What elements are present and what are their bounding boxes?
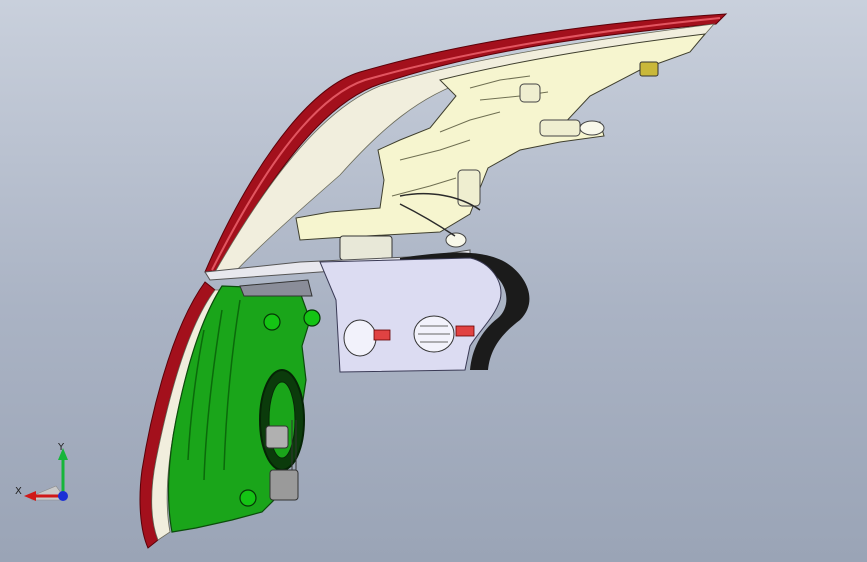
triad-y-label: Y	[58, 442, 65, 453]
socket-connector-upper	[265, 425, 289, 449]
triad-x-label: X	[15, 486, 22, 497]
connector-red-2	[455, 325, 475, 337]
cad-viewport[interactable]: Y X	[0, 0, 867, 562]
bracket-socket-1	[343, 319, 377, 357]
reflector-boss-1	[519, 83, 541, 103]
z-axis-dot	[58, 491, 68, 501]
connector-red-1	[373, 329, 391, 341]
top-mount-flange	[239, 279, 313, 297]
mount-stud-2	[303, 309, 321, 327]
mount-stud-1	[263, 313, 281, 331]
tail-lamp-assembly-model[interactable]	[0, 0, 867, 562]
harness-connector	[339, 235, 393, 261]
mount-stud-3	[239, 489, 257, 507]
x-axis-arrowhead	[24, 491, 36, 501]
bulb-tip-1	[579, 120, 605, 136]
socket-connector-lower	[269, 469, 299, 501]
coordinate-triad	[24, 448, 68, 501]
reflector-boss-2	[539, 119, 581, 137]
top-clip	[639, 61, 659, 77]
bulb-tip-2	[445, 232, 467, 248]
